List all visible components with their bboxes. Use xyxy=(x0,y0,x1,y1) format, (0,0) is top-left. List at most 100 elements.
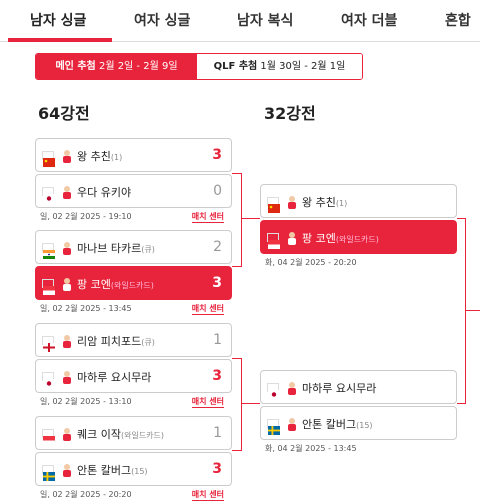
singapore-flag-icon xyxy=(42,279,55,295)
player-name: 안톤 칼버그(15) xyxy=(302,416,373,432)
player-row[interactable]: 안톤 칼버그(15) 3 xyxy=(35,452,232,486)
singapore-flag-icon xyxy=(42,429,55,445)
active-tab-indicator xyxy=(8,38,112,42)
player-name-text: 팡 코엔 xyxy=(302,232,336,245)
player-avatar-icon xyxy=(61,184,73,199)
player-name: 마하루 요시무라 xyxy=(302,380,376,396)
match-date: 일, 02 2월 2025 - 13:10 xyxy=(40,397,132,406)
main-draw-button[interactable]: 메인 추첨 2월 2일 - 2월 9일 xyxy=(36,54,197,79)
main-draw-dates: 2월 2일 - 2월 9일 xyxy=(98,61,178,72)
match-score: 3 xyxy=(212,275,222,291)
tab-mens-doubles[interactable]: 남자 복식 xyxy=(237,10,293,30)
player-name-text: 팡 코엔 xyxy=(77,278,111,291)
player-avatar-icon xyxy=(61,240,73,255)
tab-womens-singles[interactable]: 여자 싱글 xyxy=(134,10,190,30)
match-card: 왕 추친(1) 3 우다 유키야 0 일, 02 2월 2025 - 19:10 매치 센… xyxy=(35,138,232,225)
player-name-text: 마하루 요시무라 xyxy=(302,382,377,395)
player-seed: (큐) xyxy=(141,245,155,254)
bracket-connector xyxy=(232,173,242,267)
match-meta: 일, 02 2월 2025 - 13:10 매치 센터 xyxy=(35,396,232,410)
player-avatar-icon xyxy=(286,380,298,395)
match-date: 일, 02 2월 2025 - 20:20 xyxy=(40,490,132,499)
player-name: 팡 코엔(와일드카드) xyxy=(77,276,154,292)
player-name: 우다 유키야 xyxy=(77,184,131,200)
player-name-text: 안톤 칼버그 xyxy=(77,464,132,477)
japan-flag-icon xyxy=(267,383,280,399)
player-name: 팡 코엔(와일드카드) xyxy=(302,230,379,246)
japan-flag-icon xyxy=(42,372,55,388)
match-score: 1 xyxy=(213,425,222,441)
player-avatar-icon xyxy=(286,194,298,209)
player-row[interactable]: 마하루 요시무라 xyxy=(260,370,457,404)
draw-toggle: 메인 추첨 2월 2일 - 2월 9일 QLF 추첨 1월 30일 - 2월 1… xyxy=(35,53,363,80)
player-seed: (와일드카드) xyxy=(120,431,165,440)
player-name: 마하루 요시무라 xyxy=(77,369,151,385)
player-name-text: 왕 추친 xyxy=(77,150,111,163)
player-name-text: 리암 피치포드 xyxy=(77,335,142,348)
qualifying-draw-label: QLF 추첨 xyxy=(213,61,258,72)
player-name-text: 안톤 칼버그 xyxy=(302,418,357,431)
match-date: 일, 02 2월 2025 - 19:10 xyxy=(40,212,132,221)
player-row[interactable]: 왕 추친(1) 3 xyxy=(35,138,232,172)
player-name: 왕 추친(1) xyxy=(302,194,347,210)
match-meta: 일, 02 2월 2025 - 19:10 매치 센터 xyxy=(35,211,232,225)
match-meta: 일, 02 2월 2025 - 13:45 매치 센터 xyxy=(35,303,232,317)
match-center-link[interactable]: 매치 센터 xyxy=(191,489,224,501)
bracket-connector-line xyxy=(242,403,260,404)
match-center-link[interactable]: 매치 센터 xyxy=(191,211,224,223)
tab-womens-doubles[interactable]: 여자 더블 xyxy=(341,10,397,30)
match-meta: 일, 02 2월 2025 - 20:20 매치 센터 xyxy=(35,489,232,503)
match-score: 0 xyxy=(213,183,222,199)
main-draw-label: 메인 추첨 xyxy=(55,61,96,72)
player-row[interactable]: 퀘크 이작(와일드카드) 1 xyxy=(35,416,232,450)
player-avatar-icon xyxy=(61,148,73,163)
tab-mixed[interactable]: 혼합 xyxy=(445,10,471,30)
player-row[interactable]: 리암 피치포드(큐) 1 xyxy=(35,323,232,357)
match-score: 1 xyxy=(213,332,222,348)
player-avatar-icon xyxy=(61,333,73,348)
player-row[interactable]: 마하루 요시무라 3 xyxy=(35,359,232,393)
match-center-link[interactable]: 매치 센터 xyxy=(191,396,224,408)
player-row[interactable]: 왕 추친(1) xyxy=(260,184,457,218)
player-seed: (1) xyxy=(335,199,348,208)
bracket-connector xyxy=(232,358,242,451)
player-avatar-icon xyxy=(61,426,73,441)
japan-flag-icon xyxy=(42,187,55,203)
player-seed: (15) xyxy=(356,421,373,430)
player-row[interactable]: 마나브 타카르(큐) 2 xyxy=(35,230,232,264)
player-row[interactable]: 팡 코엔(와일드카드) xyxy=(260,220,457,254)
match-card: 왕 추친(1) 팡 코엔(와일드카드) 화, 04 2월 2025 - 20:20 xyxy=(260,184,457,271)
sweden-flag-icon xyxy=(267,419,280,435)
player-row[interactable]: 안톤 칼버그(15) xyxy=(260,406,457,440)
tab-mens-singles[interactable]: 남자 싱글 xyxy=(30,10,86,30)
qualifying-draw-button[interactable]: QLF 추첨 1월 30일 - 2월 1일 xyxy=(197,54,362,79)
player-name: 왕 추친(1) xyxy=(77,148,122,164)
match-card: 퀘크 이작(와일드카드) 1 안톤 칼버그(15) 3 일, 02 2월 2025 - … xyxy=(35,416,232,503)
singapore-flag-icon xyxy=(267,233,280,249)
match-meta: 화, 04 2월 2025 - 20:20 xyxy=(260,257,457,271)
player-seed: (1) xyxy=(110,153,123,162)
player-row[interactable]: 우다 유키야 0 xyxy=(35,174,232,208)
bracket-connector-line xyxy=(242,218,260,219)
event-tabs: 남자 싱글 여자 싱글 남자 복식 여자 더블 혼합 xyxy=(0,0,480,42)
match-meta: 화, 04 2월 2025 - 13:45 xyxy=(260,443,457,457)
player-seed: (와일드카드) xyxy=(110,281,154,290)
player-avatar-icon xyxy=(61,462,73,477)
player-name-text: 마하루 요시무라 xyxy=(77,371,152,384)
match-card: 리암 피치포드(큐) 1 마하루 요시무라 3 일, 02 2월 2025 - 13:1… xyxy=(35,323,232,410)
match-score: 3 xyxy=(212,147,222,163)
round-title-64: 64강전 xyxy=(38,104,90,123)
china-flag-icon xyxy=(267,197,280,213)
player-avatar-icon xyxy=(286,416,298,431)
match-center-link[interactable]: 매치 센터 xyxy=(191,303,224,315)
player-name-text: 우다 유키야 xyxy=(77,186,132,199)
round-title-32: 32강전 xyxy=(264,104,316,123)
player-row[interactable]: 팡 코엔(와일드카드) 3 xyxy=(35,266,232,300)
sweden-flag-icon xyxy=(42,465,55,481)
player-seed: (15) xyxy=(131,467,148,476)
player-name-text: 마나브 타카르 xyxy=(77,242,142,255)
match-card: 마나브 타카르(큐) 2 팡 코엔(와일드카드) 3 일, 02 2월 2025 - 1… xyxy=(35,230,232,317)
qualifying-draw-dates: 1월 30일 - 2월 1일 xyxy=(260,61,346,72)
match-card: 마하루 요시무라안톤 칼버그(15) 화, 04 2월 2025 - 13:45 xyxy=(260,370,457,457)
player-avatar-icon xyxy=(286,230,298,245)
